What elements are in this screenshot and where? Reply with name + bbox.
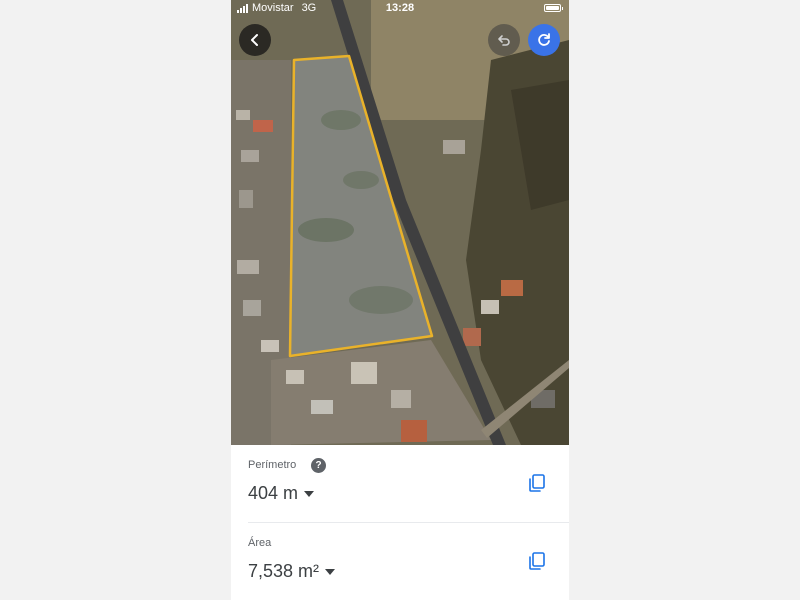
undo-icon: [498, 35, 510, 46]
perimeter-value: 404 m: [248, 483, 299, 503]
refresh-icon: [538, 33, 550, 46]
undo-button[interactable]: [488, 24, 520, 56]
back-button[interactable]: [239, 24, 271, 56]
help-icon[interactable]: ?: [311, 458, 326, 473]
refresh-button[interactable]: [528, 24, 560, 56]
battery-icon: [544, 4, 563, 12]
area-value: 7,538 m²: [248, 561, 320, 581]
clock: 13:28: [385, 2, 415, 14]
copy-perimeter-icon[interactable]: [527, 473, 547, 493]
status-bar: Movistar 3G 13:28: [231, 0, 569, 18]
perimeter-section: Perímetro ? 404 m: [231, 445, 569, 523]
area-label: Área: [248, 537, 272, 549]
caret-down-icon: [325, 568, 336, 575]
measurement-sheet: Perímetro ? 404 m Área 7,538 m²: [231, 445, 569, 600]
caret-down-icon: [304, 490, 315, 497]
chevron-left-icon: [251, 34, 258, 46]
map-imagery: [231, 0, 569, 445]
copy-area-icon[interactable]: [527, 551, 547, 571]
perimeter-unit-dropdown[interactable]: 404 m: [248, 483, 315, 504]
satellite-map[interactable]: Movistar 3G 13:28: [231, 0, 569, 445]
area-unit-dropdown[interactable]: 7,538 m²: [248, 561, 336, 582]
phone-screen: Movistar 3G 13:28 Perímetro ? 404 m Área…: [231, 0, 569, 600]
area-section: Área 7,538 m²: [231, 523, 569, 600]
perimeter-label: Perímetro: [248, 459, 297, 471]
